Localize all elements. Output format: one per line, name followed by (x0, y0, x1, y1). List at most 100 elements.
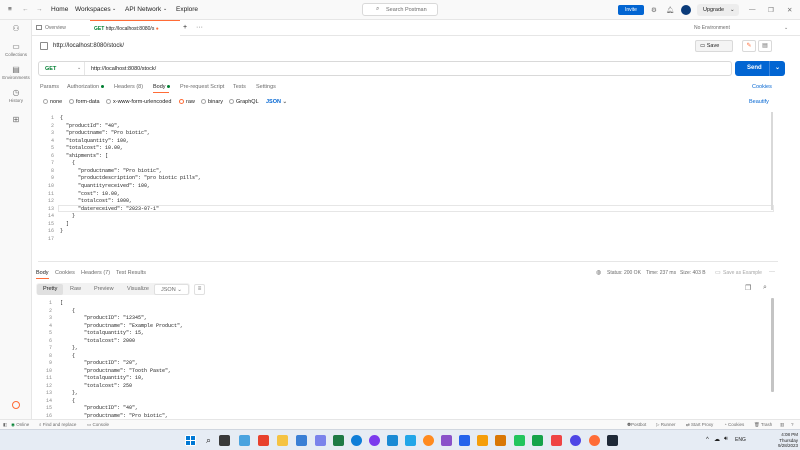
request-title[interactable]: http://localhost:8080/stock/ (53, 43, 124, 49)
file-explorer-icon[interactable] (277, 435, 288, 446)
sidebar-toggle-icon[interactable]: ◧ (3, 422, 7, 428)
app-icon[interactable] (532, 435, 543, 446)
settings-icon[interactable]: ⚙ (651, 6, 657, 14)
teams-icon[interactable] (315, 435, 326, 446)
response-body[interactable]: 1 [2 {3 "productID": "12345", 4 "productna… (36, 298, 776, 419)
radio-none[interactable]: none (43, 99, 62, 105)
more-options-icon[interactable]: ··· (769, 269, 775, 275)
beautify-link[interactable]: Beautify (749, 99, 769, 105)
chevron-down-icon[interactable]: ⌄ (775, 61, 780, 76)
app-icon[interactable] (514, 435, 525, 446)
view-raw[interactable]: Raw (64, 284, 87, 295)
runner-button[interactable]: ▷ Runner (656, 422, 676, 428)
avatar[interactable] (681, 5, 691, 15)
chevron-down-icon[interactable]: ⌄ (784, 20, 788, 36)
chevron-down-icon[interactable]: ⌄ (77, 65, 81, 71)
trash-button[interactable]: 🗑︎ Trash (754, 422, 772, 428)
chevron-down-icon[interactable]: ⌄ (163, 6, 167, 12)
save-as-example-button[interactable]: Save as Example (723, 270, 762, 276)
cookies-link[interactable]: Cookies (752, 84, 772, 90)
radio-binary[interactable]: binary (201, 99, 223, 105)
upgrade-button[interactable]: Upgrade ⌄ (697, 4, 739, 16)
body-language-select[interactable]: JSON ⌄ (266, 99, 287, 105)
app-icon[interactable] (495, 435, 506, 446)
back-arrow-icon[interactable]: ← (22, 6, 29, 13)
app-icon[interactable] (459, 435, 470, 446)
nav-workspaces[interactable]: Workspaces (75, 6, 111, 13)
radio-urlencoded[interactable]: x-www-form-urlencoded (106, 99, 171, 105)
tab-overview[interactable]: Overview (36, 20, 86, 36)
tab-response-cookies[interactable]: Cookies (55, 270, 75, 276)
forward-arrow-icon[interactable]: → (36, 6, 43, 13)
nav-api-network[interactable]: API Network (125, 6, 161, 13)
new-tab-icon[interactable]: + (183, 20, 187, 36)
request-body-editor[interactable]: 1 {2 "productId": "40", 3 "productname": "… (38, 112, 778, 262)
time-text[interactable]: Time: 237 ms (646, 270, 676, 276)
copy-icon[interactable]: ❐ (745, 284, 751, 292)
chevron-up-icon[interactable]: ^ (706, 437, 709, 443)
sidebar-item-history[interactable]: ◷ History (0, 88, 32, 103)
tab-tests[interactable]: Tests (233, 84, 246, 90)
console-button[interactable]: ▭ Console (87, 422, 109, 428)
tab-response-headers[interactable]: Headers (7) (81, 270, 110, 276)
vscode-icon[interactable] (387, 435, 398, 446)
radio-form-data[interactable]: form-data (69, 99, 100, 105)
view-visualize[interactable]: Visualize (121, 284, 155, 295)
response-scrollbar[interactable] (771, 298, 774, 392)
tab-response-body[interactable]: Body (36, 270, 49, 276)
postbot-button[interactable]: ⚉Postbot (627, 422, 646, 428)
volume-icon[interactable]: 🔊︎ (724, 436, 728, 443)
app-icon[interactable] (441, 435, 452, 446)
save-button[interactable]: ▭ Save (695, 40, 733, 52)
view-preview[interactable]: Preview (88, 284, 120, 295)
excel-icon[interactable] (333, 435, 344, 446)
start-proxy-button[interactable]: ⇄ Start Proxy (686, 422, 713, 428)
terminal-icon[interactable] (607, 435, 618, 446)
bootcamp-icon[interactable] (12, 401, 20, 409)
search-icon[interactable]: ⌕ (763, 284, 767, 292)
status-text[interactable]: Status: 200 OK (607, 270, 641, 276)
menu-icon[interactable]: ≡ (8, 6, 12, 13)
environment-selector[interactable]: No Environment (694, 20, 774, 36)
clock[interactable]: 4:08 PM Thursday 9/28/2023 (748, 432, 798, 449)
send-button[interactable]: Send ⌄ (735, 61, 785, 76)
url-bar[interactable]: GET ⌄ http://localhost:8080/stock/ (38, 61, 732, 76)
tab-body[interactable]: Body (153, 84, 166, 90)
app-icon[interactable] (296, 435, 307, 446)
tab-authorization[interactable]: Authorization (67, 84, 99, 90)
language-indicator[interactable]: ENG (735, 437, 746, 443)
search-icon[interactable]: ⌕ (203, 435, 214, 446)
widgets-icon[interactable] (239, 435, 250, 446)
chevron-down-icon[interactable]: ⌄ (112, 6, 116, 12)
app-icon[interactable] (570, 435, 581, 446)
edge-icon[interactable] (351, 435, 362, 446)
sidebar-item-environments[interactable]: ▤ Environments (0, 65, 32, 80)
invite-button[interactable]: Invite (618, 5, 644, 15)
bell-icon[interactable]: 🔔︎ (666, 6, 674, 14)
edit-icon[interactable]: ✎ (742, 40, 756, 52)
cookies-button[interactable]: ◔ Cookies (724, 422, 744, 427)
task-view-icon[interactable] (219, 435, 230, 446)
method-select[interactable]: GET (45, 66, 56, 72)
view-pretty[interactable]: Pretty (37, 284, 64, 295)
windows-start-icon[interactable] (185, 435, 196, 446)
app-icon[interactable] (551, 435, 562, 446)
search-box[interactable]: ⌕ Search Postman (362, 3, 438, 16)
response-language-select[interactable]: JSON ⌄ (154, 284, 189, 295)
minimize-icon[interactable]: — (749, 6, 756, 13)
tab-pre-request-script[interactable]: Pre-request Script (180, 84, 224, 90)
firefox-icon[interactable] (423, 435, 434, 446)
close-icon[interactable]: ✕ (787, 6, 792, 14)
more-tabs-icon[interactable]: ··· (196, 20, 203, 36)
layout-icon[interactable]: ▥ (780, 422, 784, 428)
tab-active-request[interactable]: GET http://localhost:8080/s ● (90, 20, 180, 36)
tab-headers[interactable]: Headers (8) (114, 84, 143, 90)
sidebar-item-apps[interactable]: ⊞ (0, 115, 32, 125)
wrap-lines-icon[interactable]: ≡ (194, 284, 205, 295)
find-replace-button[interactable]: ⌕ Find and replace (39, 422, 76, 427)
sidebar-item-user[interactable]: ⚇ (0, 24, 32, 34)
maximize-icon[interactable]: ❐ (768, 6, 774, 14)
editor-scrollbar[interactable] (771, 112, 773, 210)
status-online[interactable]: ◉ Online (11, 422, 29, 428)
radio-graphql[interactable]: GraphQL (229, 99, 259, 105)
